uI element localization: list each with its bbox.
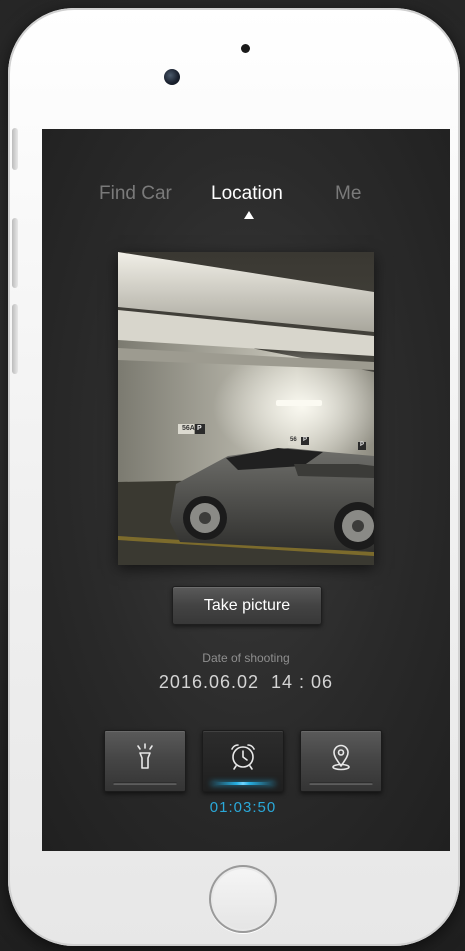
mute-switch [12, 128, 18, 170]
flashlight-icon [137, 743, 153, 769]
parking-sign-p3: P [360, 442, 365, 448]
parking-sign-p2: P [303, 437, 308, 443]
parking-photo-image [118, 252, 374, 565]
take-picture-button[interactable]: Take picture [172, 586, 322, 625]
active-tab-indicator [244, 211, 254, 219]
parking-photo: 56A P 56 P P [118, 252, 374, 565]
volume-down-button [12, 304, 18, 374]
front-camera [164, 69, 180, 85]
parking-sign-56: 56 [290, 437, 297, 443]
map-pin-button[interactable] [300, 730, 382, 792]
home-button[interactable] [209, 865, 277, 933]
tab-me[interactable]: Me [335, 183, 361, 205]
map-pin-indicator [309, 782, 373, 785]
front-sensor [241, 44, 250, 53]
timer-indicator [211, 782, 275, 785]
timer-readout: 01:03:50 [209, 799, 277, 816]
parking-sign-56a: 56A [182, 425, 195, 432]
tab-location[interactable]: Location [211, 183, 283, 205]
timer-button[interactable] [202, 730, 284, 792]
stage: Find Car Location Me 56A P 56 P P Take p… [0, 0, 465, 951]
date-of-shooting-value: 2016.06.02 14 : 06 [158, 672, 334, 692]
date-of-shooting-label: Date of shooting [202, 651, 290, 665]
volume-up-button [12, 218, 18, 288]
phone-frame: Find Car Location Me 56A P 56 P P Take p… [8, 8, 460, 946]
flashlight-button[interactable] [104, 730, 186, 792]
app-screen: Find Car Location Me 56A P 56 P P Take p… [42, 129, 450, 851]
flashlight-indicator [113, 782, 177, 785]
tab-find-car[interactable]: Find Car [99, 183, 172, 205]
parking-sign-p: P [197, 425, 202, 432]
map-pin-icon [332, 744, 350, 771]
alarm-clock-icon [231, 744, 255, 770]
